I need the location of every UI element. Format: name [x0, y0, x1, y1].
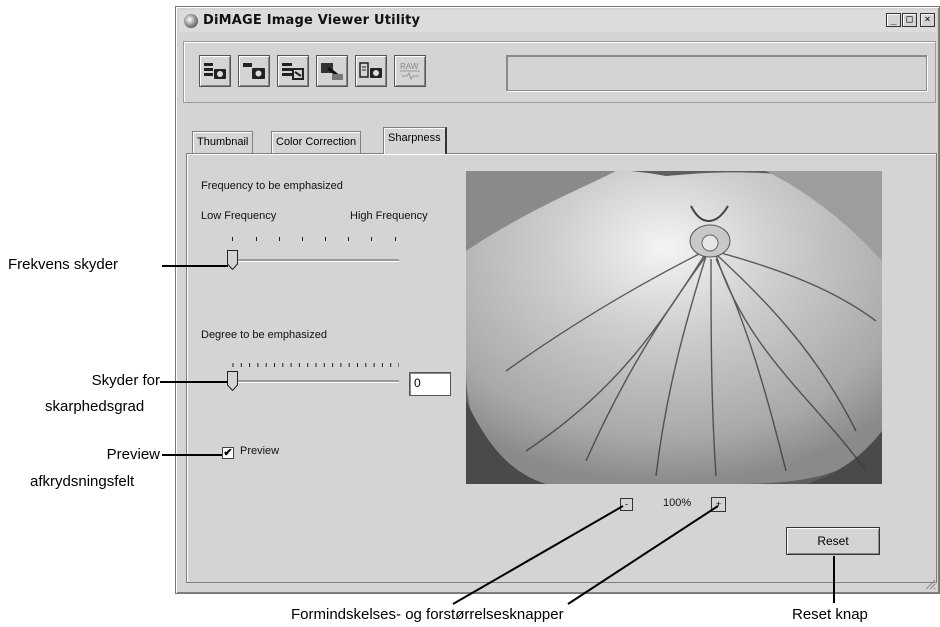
callout-reset-button: Reset knap	[792, 606, 868, 623]
tab-sharpness[interactable]: Sharpness	[383, 127, 447, 154]
callout-zoom-buttons: Formindskelses- og forstørrelsesknapper	[291, 606, 564, 623]
callout-lines-svg	[452, 505, 835, 605]
callout-line-zoom-out	[452, 505, 624, 605]
callout-line-zoom-in	[567, 505, 719, 605]
